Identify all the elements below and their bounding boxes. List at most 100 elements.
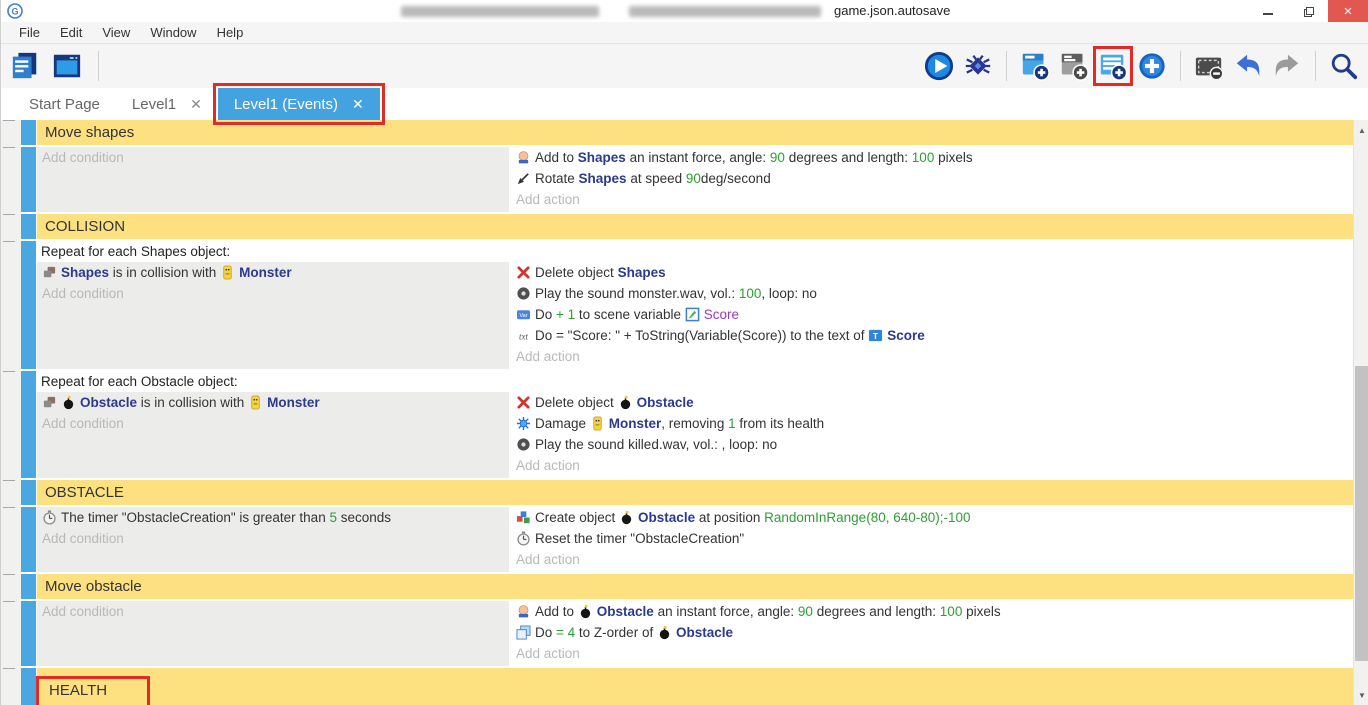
restore-button[interactable]: [1288, 0, 1328, 22]
menu-edit[interactable]: Edit: [50, 22, 92, 43]
menu-help[interactable]: Help: [207, 22, 254, 43]
instruction-text: 90: [686, 171, 701, 186]
group-header[interactable]: HEALTH: [37, 668, 1353, 705]
scroll-down-icon[interactable]: ▼: [1354, 687, 1368, 703]
close-button[interactable]: ×: [1328, 0, 1368, 22]
remove-frame-icon[interactable]: [1193, 50, 1225, 82]
instruction-text: 100: [739, 286, 762, 301]
add-condition-button[interactable]: Add condition: [37, 413, 509, 434]
group-header[interactable]: Move obstacle: [37, 574, 1353, 599]
action-row[interactable]: txtDo = "Score: " + ToString(Variable(Sc…: [511, 325, 1353, 346]
force-icon: [516, 604, 531, 619]
damage-icon: [516, 416, 531, 431]
vertical-scrollbar[interactable]: ▲ ▼: [1353, 120, 1368, 705]
instruction-text: , loop: no: [761, 286, 817, 301]
add-action-button[interactable]: Add action: [511, 189, 1353, 210]
event-select-bar[interactable]: [21, 371, 36, 478]
tab-level1-events-[interactable]: Level1 (Events)✕: [218, 88, 380, 120]
instruction-text: Add to: [535, 604, 578, 619]
actions-column: Create object Obstacle at position Rando…: [511, 507, 1353, 572]
variable-icon: Var: [516, 307, 531, 322]
instruction-text: to scene variable: [575, 307, 685, 322]
group-header[interactable]: COLLISION: [37, 214, 1353, 239]
rotate-icon: [516, 171, 531, 186]
search-icon[interactable]: [1328, 50, 1360, 82]
minimize-button[interactable]: [1248, 0, 1288, 22]
action-row[interactable]: Play the sound killed.wav, vol.: , loop:…: [511, 434, 1353, 455]
undo-icon[interactable]: [1232, 50, 1264, 82]
group-header[interactable]: OBSTACLE: [37, 480, 1353, 505]
event-select-bar[interactable]: [21, 120, 36, 145]
add-condition-button[interactable]: Add condition: [37, 283, 509, 304]
event-select-bar[interactable]: [21, 214, 36, 239]
add-action-button[interactable]: Add action: [511, 455, 1353, 476]
event-select-bar[interactable]: [21, 668, 36, 705]
tab-start-page[interactable]: Start Page: [13, 88, 116, 120]
event-gutter: [1, 668, 21, 705]
debug-bug-icon[interactable]: [962, 50, 994, 82]
add-action-button[interactable]: Add action: [511, 643, 1353, 664]
instruction-text: is in collision with: [109, 265, 220, 280]
scroll-up-icon[interactable]: ▲: [1354, 122, 1368, 138]
menu-window[interactable]: Window: [140, 22, 206, 43]
action-row[interactable]: Add to Obstacle an instant force, angle:…: [511, 601, 1353, 622]
add-condition-button[interactable]: Add condition: [37, 528, 509, 549]
tab-close-icon[interactable]: ✕: [352, 96, 364, 113]
foreach-header[interactable]: Repeat for each Obstacle object:: [37, 371, 1353, 392]
menu-file[interactable]: File: [9, 22, 50, 43]
tab-close-icon[interactable]: ✕: [190, 96, 202, 113]
action-row[interactable]: Add to Shapes an instant force, angle: 9…: [511, 147, 1353, 168]
condition-row[interactable]: Obstacle is in collision with Monster: [37, 392, 509, 413]
condition-row[interactable]: The timer "ObstacleCreation" is greater …: [37, 507, 509, 528]
add-scene-icon[interactable]: [1019, 50, 1051, 82]
add-action-button[interactable]: Add action: [511, 346, 1353, 367]
add-condition-button[interactable]: Add condition: [37, 601, 509, 622]
event-select-bar[interactable]: [21, 507, 36, 572]
event-gutter: [1, 574, 21, 599]
action-row[interactable]: Play the sound monster.wav, vol.: 100, l…: [511, 283, 1353, 304]
foreach-header[interactable]: Repeat for each Shapes object:: [37, 241, 1353, 262]
action-row[interactable]: Delete object Obstacle: [511, 392, 1353, 413]
instruction-text: at speed: [627, 171, 686, 186]
group-label: Move shapes: [45, 124, 134, 141]
scrollbar-thumb[interactable]: [1355, 366, 1368, 661]
add-circle-icon[interactable]: [1136, 50, 1168, 82]
event-select-bar[interactable]: [21, 574, 36, 599]
action-row[interactable]: Damage Monster, removing 1 from its heal…: [511, 413, 1353, 434]
add-external-events-icon[interactable]: [1058, 50, 1090, 82]
obstacle-icon: [657, 625, 672, 640]
action-row[interactable]: Reset the timer "ObstacleCreation": [511, 528, 1353, 549]
action-row[interactable]: Create object Obstacle at position Rando…: [511, 507, 1353, 528]
action-row[interactable]: VarDo + 1 to scene variable Score: [511, 304, 1353, 325]
event-select-bar[interactable]: [21, 601, 36, 666]
play-icon[interactable]: [923, 50, 955, 82]
event-select-bar[interactable]: [21, 241, 36, 369]
scene-editor-icon[interactable]: [51, 50, 83, 82]
event-select-bar[interactable]: [21, 480, 36, 505]
action-row[interactable]: Rotate Shapes at speed 90deg/second: [511, 168, 1353, 189]
instruction-text: Add to: [535, 150, 578, 165]
instruction-text: degrees and length:: [785, 150, 912, 165]
gdevelop-logo-icon: G: [7, 3, 23, 19]
actions-column: Add to Shapes an instant force, angle: 9…: [511, 147, 1353, 212]
tab-level1[interactable]: Level1✕: [116, 88, 218, 120]
add-condition-button[interactable]: Add condition: [37, 147, 509, 168]
force-icon: [516, 150, 531, 165]
add-events-sheet-icon[interactable]: [1097, 50, 1129, 82]
action-row[interactable]: Delete object Shapes: [511, 262, 1353, 283]
event-group-block: HEALTH: [1, 668, 1353, 705]
project-manager-icon[interactable]: [9, 50, 41, 82]
condition-row[interactable]: Shapes is in collision with Monster: [37, 262, 509, 283]
timer-icon: [516, 531, 531, 546]
actions-column: Add to Obstacle an instant force, angle:…: [511, 601, 1353, 666]
instruction-text: an instant force, angle:: [626, 150, 770, 165]
action-row[interactable]: Do = 4 to Z-order of Obstacle: [511, 622, 1353, 643]
menu-view[interactable]: View: [92, 22, 140, 43]
conditions-column: Add condition: [37, 147, 509, 212]
event-select-bar[interactable]: [21, 147, 36, 212]
add-action-button[interactable]: Add action: [511, 549, 1353, 570]
group-header[interactable]: Move shapes: [37, 120, 1353, 145]
instruction-text: Score: [887, 328, 925, 343]
redo-icon[interactable]: [1271, 50, 1303, 82]
instruction-text: 100: [940, 604, 963, 619]
